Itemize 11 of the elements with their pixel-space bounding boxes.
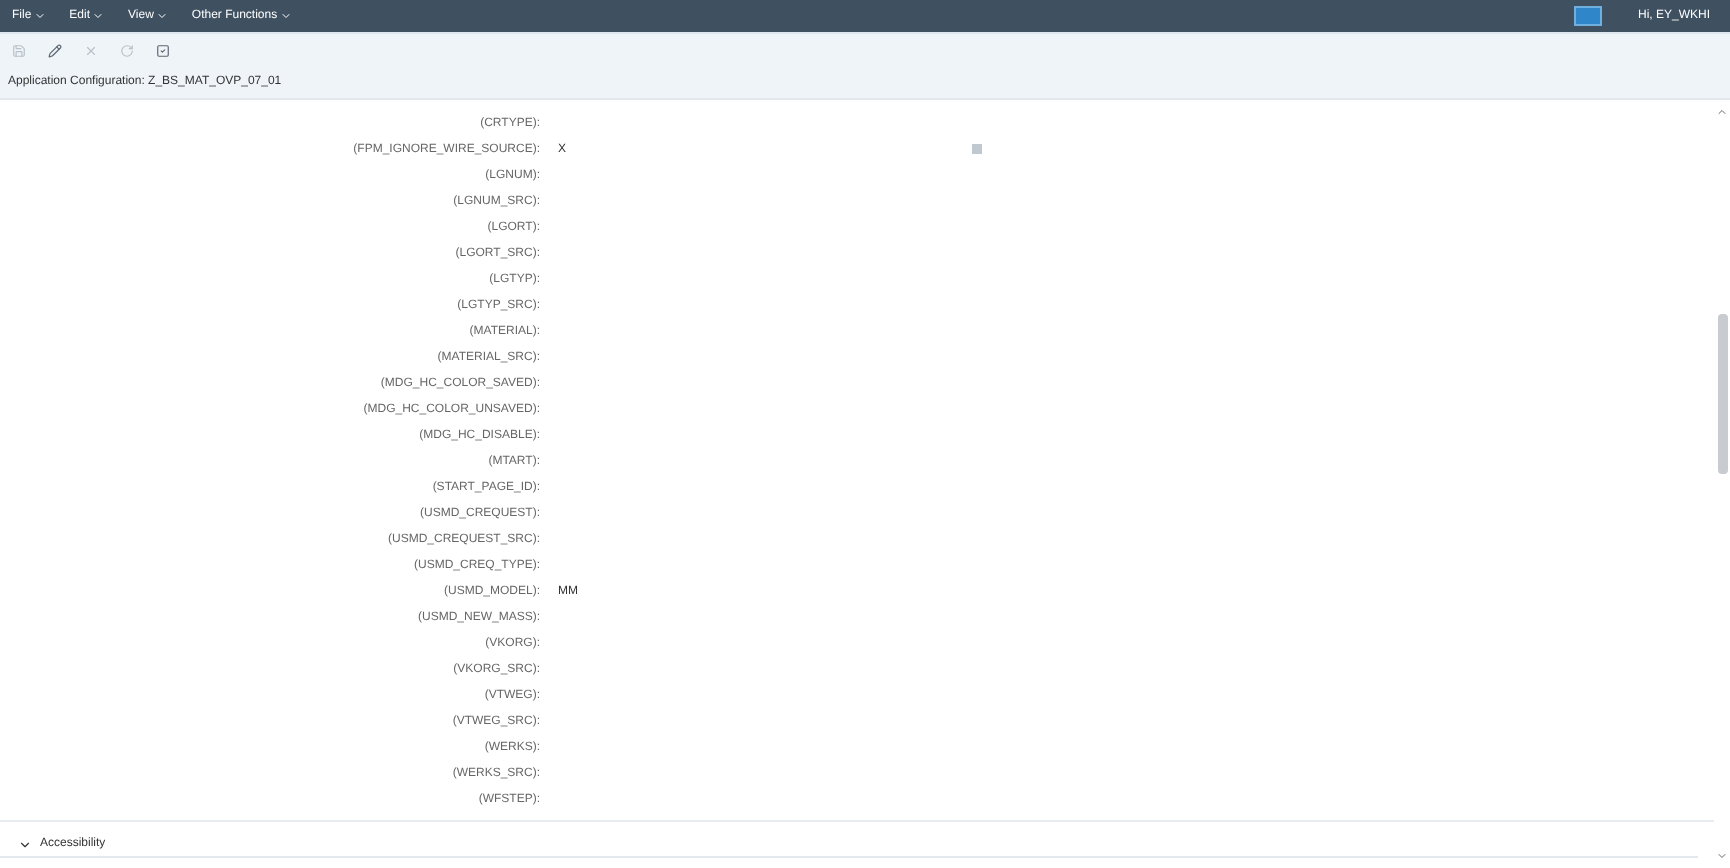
edit-button[interactable] [48, 43, 62, 57]
check-button[interactable] [156, 43, 170, 57]
scroll-thumb[interactable] [1717, 314, 1727, 474]
caret-icon [155, 10, 168, 22]
scroll-down-icon[interactable] [1716, 850, 1728, 862]
scroll-up-icon[interactable] [1716, 106, 1728, 118]
caret-icon [279, 10, 292, 22]
chevron-icon [18, 838, 32, 852]
caret-icon [33, 10, 46, 22]
caret-icon [92, 10, 105, 22]
avatar-icon[interactable] [1573, 6, 1602, 26]
